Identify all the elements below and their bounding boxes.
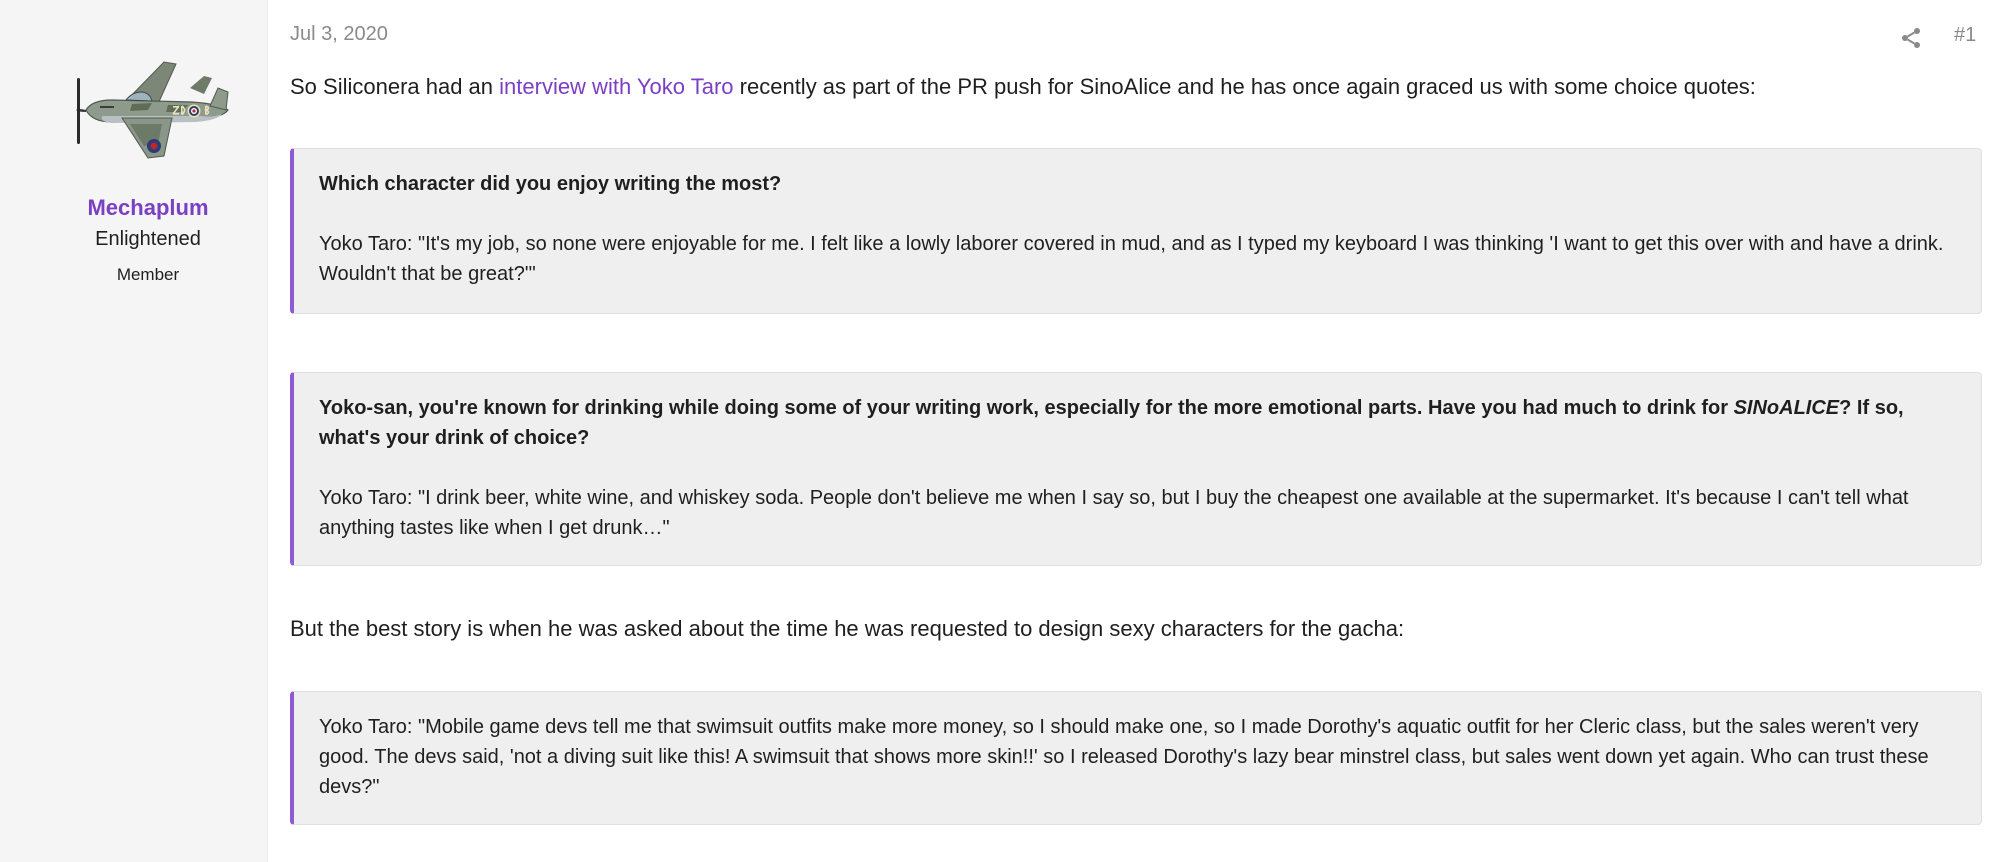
post-date-link[interactable]: Jul 3, 2020 (290, 23, 388, 46)
blockquote-3: Yoko Taro: "Mobile game devs tell me tha… (290, 691, 1982, 825)
quote2-question-text: Yoko-san, you're known for drinking whil… (319, 397, 1734, 419)
username-link[interactable]: Mechaplum (0, 195, 296, 221)
quote1-answer: Yoko Taro: "It's my job, so none were en… (319, 233, 1944, 285)
post-number-link[interactable]: #1 (1954, 24, 1976, 47)
share-icon[interactable] (1899, 26, 1923, 50)
quote2-answer: Yoko Taro: "I drink beer, white wine, an… (319, 487, 1909, 539)
post-content: Jul 3, 2020 #1 So Siliconera had an inte… (268, 0, 1999, 862)
quote1-question: Which character did you enjoy writing th… (319, 173, 782, 195)
user-role: Member (116, 265, 180, 284)
intro-paragraph: So Siliconera had an interview with Yoko… (290, 72, 1990, 102)
spitfire-airplane-icon (76, 61, 229, 159)
avatar[interactable] (72, 48, 232, 160)
interview-link[interactable]: interview with Yoko Taro (499, 74, 733, 99)
intro-text-before: So Siliconera had an (290, 74, 500, 99)
blockquote-2: Yoko-san, you're known for drinking whil… (290, 372, 1982, 566)
user-info-panel: Mechaplum Enlightened Member (0, 0, 268, 862)
game-title-italic: SINoALICE (1733, 397, 1840, 419)
forum-post: Mechaplum Enlightened Member Jul 3, 2020… (0, 0, 1999, 862)
middle-paragraph: But the best story is when he was asked … (290, 616, 1405, 641)
intro-text-after: recently as part of the PR push for Sino… (733, 74, 1756, 99)
quote3-answer: Yoko Taro: "Mobile game devs tell me tha… (319, 716, 1929, 798)
quote2-question: Yoko-san, you're known for drinking whil… (319, 393, 1957, 453)
blockquote-1: Which character did you enjoy writing th… (290, 148, 1982, 314)
user-title: Enlightened (95, 228, 201, 250)
